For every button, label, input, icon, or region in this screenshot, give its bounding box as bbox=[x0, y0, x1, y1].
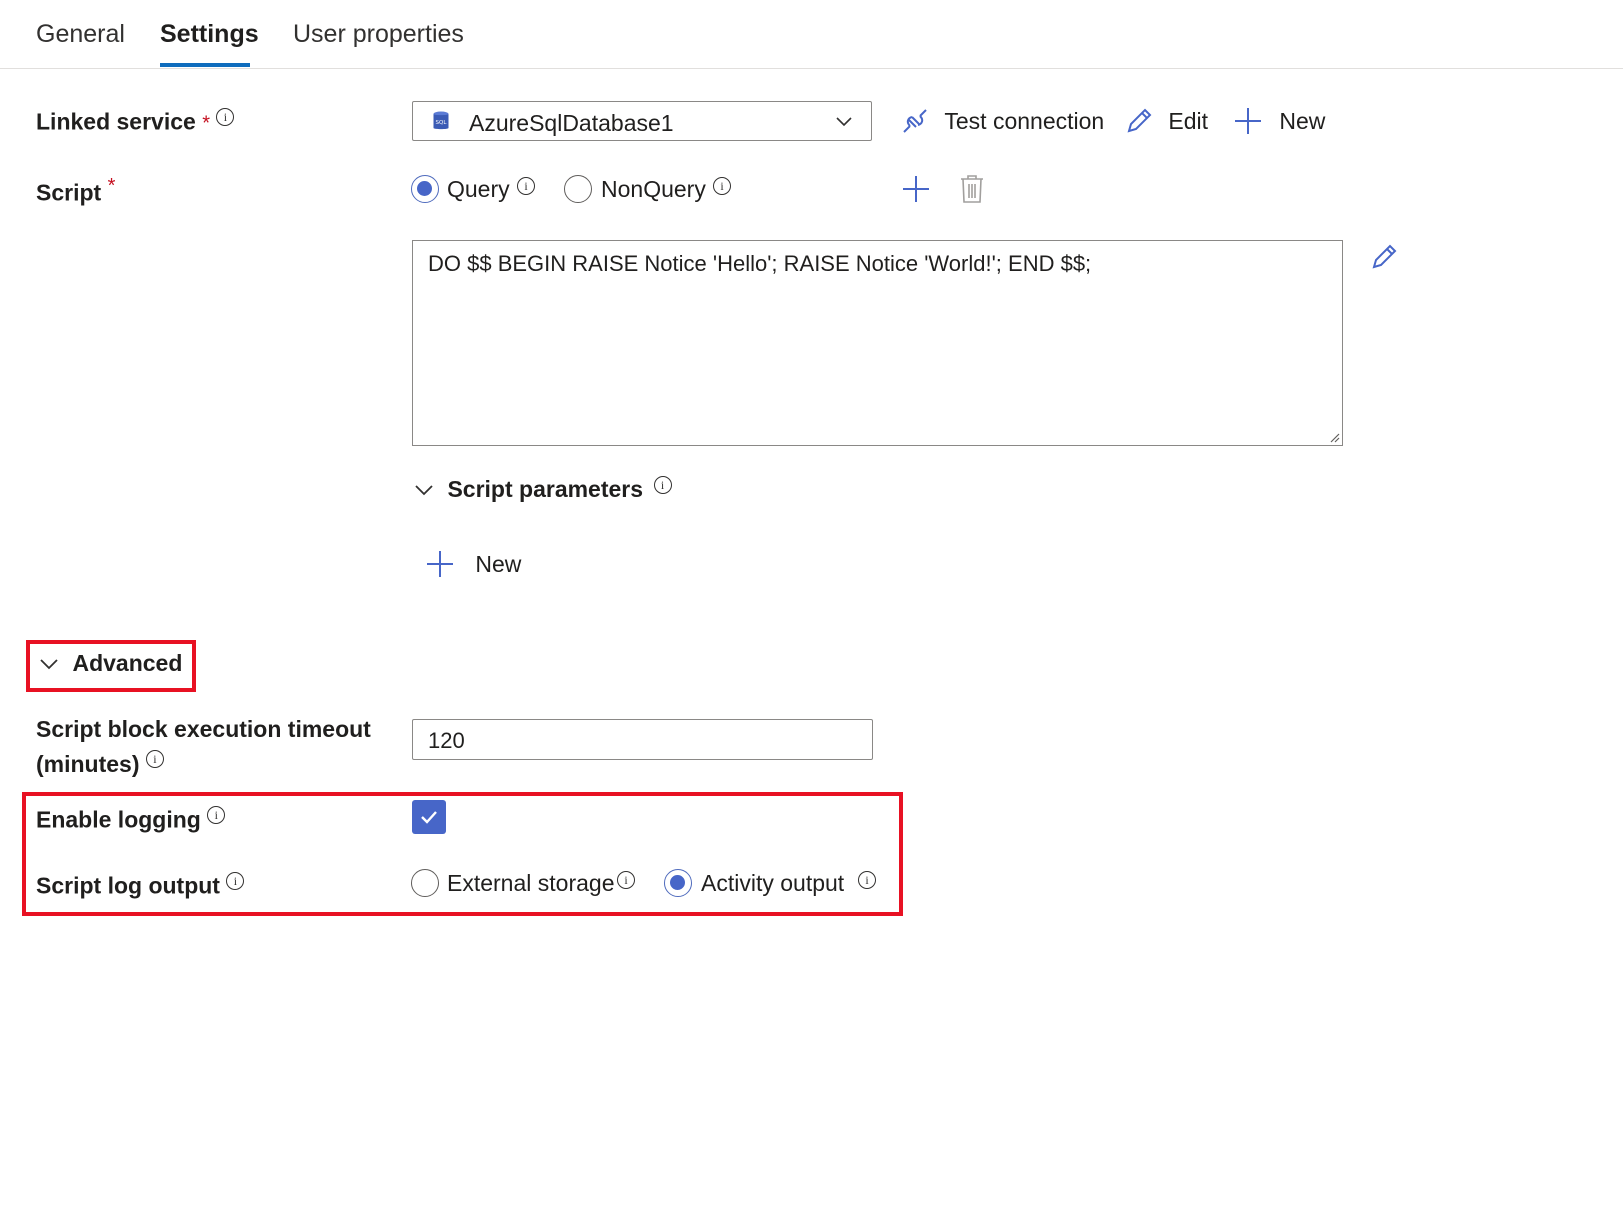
script-label-text: Script bbox=[36, 179, 102, 206]
info-icon[interactable]: i bbox=[226, 872, 245, 890]
activity-output-radio[interactable] bbox=[664, 869, 692, 897]
plus-icon bbox=[427, 551, 453, 577]
linked-service-label: Linked service * i bbox=[36, 108, 235, 136]
enable-logging-label: Enable logging i bbox=[36, 806, 226, 834]
test-connection-button[interactable]: Test connection bbox=[900, 106, 1104, 136]
tab-user-properties[interactable]: User properties bbox=[293, 20, 464, 49]
pencil-icon bbox=[1127, 108, 1152, 133]
info-icon[interactable]: i bbox=[216, 108, 235, 126]
tab-bar: General Settings User properties bbox=[0, 0, 1623, 69]
query-radio[interactable] bbox=[411, 175, 439, 203]
advanced-toggle[interactable]: Advanced bbox=[38, 650, 182, 677]
sql-badge-text: SQL bbox=[436, 120, 448, 126]
info-icon[interactable]: i bbox=[517, 177, 535, 195]
script-parameters-toggle[interactable]: Script parameters i bbox=[413, 476, 672, 503]
new-label: New bbox=[1279, 107, 1326, 134]
script-log-output-label-text: Script log output bbox=[36, 872, 220, 899]
linked-service-label-text: Linked service bbox=[36, 108, 196, 135]
info-icon[interactable]: i bbox=[617, 871, 635, 889]
linked-service-dropdown[interactable]: SQL AzureSqlDatabase1 bbox=[412, 101, 872, 141]
script-textarea[interactable]: DO $$ BEGIN RAISE Notice 'Hello'; RAISE … bbox=[412, 240, 1343, 446]
chevron-down-icon bbox=[40, 658, 58, 669]
chevron-down-icon bbox=[836, 117, 852, 127]
edit-label: Edit bbox=[1168, 107, 1209, 134]
sql-database-icon: SQL bbox=[433, 111, 449, 130]
info-icon[interactable]: i bbox=[145, 750, 164, 769]
nonquery-radio-label: NonQuery bbox=[601, 176, 706, 202]
checkmark-icon bbox=[421, 811, 437, 824]
timeout-label-line1: Script block execution timeout bbox=[36, 716, 371, 742]
script-parameters-label: Script parameters bbox=[447, 476, 644, 502]
edit-button[interactable]: Edit bbox=[1124, 106, 1208, 136]
timeout-input[interactable]: 120 bbox=[412, 719, 873, 760]
external-storage-radio[interactable] bbox=[411, 869, 439, 897]
new-linked-service-button[interactable]: New bbox=[1233, 106, 1325, 136]
plug-icon bbox=[903, 109, 927, 133]
external-storage-label: External storage bbox=[447, 870, 615, 896]
active-tab-indicator bbox=[160, 63, 250, 67]
activity-output-label: Activity output bbox=[701, 870, 845, 896]
linked-service-value: AzureSqlDatabase1 bbox=[469, 110, 674, 136]
delete-script-button[interactable] bbox=[960, 174, 984, 204]
script-log-output-label: Script log output i bbox=[36, 872, 245, 900]
enable-logging-checkbox[interactable] bbox=[412, 800, 446, 834]
required-mark: * bbox=[202, 112, 210, 135]
info-icon[interactable]: i bbox=[713, 177, 731, 195]
new-parameter-button[interactable]: New bbox=[425, 549, 521, 579]
new-parameter-label: New bbox=[475, 550, 522, 577]
edit-script-pencil-icon[interactable] bbox=[1369, 242, 1399, 272]
query-radio-label: Query bbox=[447, 176, 510, 202]
advanced-label: Advanced bbox=[72, 650, 183, 676]
info-icon[interactable]: i bbox=[207, 806, 226, 824]
script-label: Script * bbox=[36, 175, 115, 207]
timeout-label-line2: (minutes) bbox=[36, 751, 140, 777]
plus-icon bbox=[1235, 108, 1261, 134]
timeout-value: 120 bbox=[428, 728, 465, 753]
info-icon[interactable]: i bbox=[653, 476, 672, 494]
script-text: DO $$ BEGIN RAISE Notice 'Hello'; RAISE … bbox=[428, 251, 1092, 276]
resize-grip-icon[interactable] bbox=[1328, 431, 1340, 443]
enable-logging-label-text: Enable logging bbox=[36, 806, 201, 833]
timeout-label: Script block execution timeout (minutes)… bbox=[36, 712, 371, 782]
chevron-down-icon bbox=[415, 484, 433, 495]
test-connection-label: Test connection bbox=[944, 107, 1105, 134]
nonquery-radio[interactable] bbox=[564, 175, 592, 203]
tab-general[interactable]: General bbox=[36, 20, 125, 49]
tab-settings[interactable]: Settings bbox=[160, 20, 259, 49]
required-mark: * bbox=[107, 175, 116, 197]
add-script-button[interactable] bbox=[901, 174, 931, 204]
info-icon[interactable]: i bbox=[858, 871, 876, 889]
